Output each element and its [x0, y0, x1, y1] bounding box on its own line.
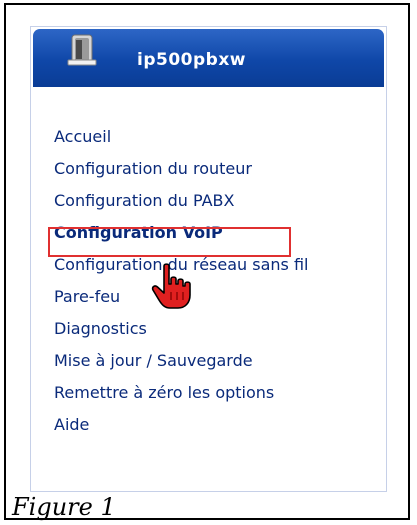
- menu-item-update-backup[interactable]: Mise à jour / Sauvegarde: [54, 351, 253, 371]
- menu-item-diagnostics[interactable]: Diagnostics: [54, 319, 147, 339]
- router-device-icon: [67, 34, 97, 66]
- menu-item-firewall[interactable]: Pare-feu: [54, 287, 120, 307]
- nav-panel: ip500pbxw Accueil Configuration du route…: [30, 26, 387, 492]
- screenshot-frame: ip500pbxw Accueil Configuration du route…: [4, 3, 410, 521]
- selection-highlight-box: [48, 227, 291, 257]
- menu-item-router-config[interactable]: Configuration du routeur: [54, 159, 252, 179]
- figure-caption: Figure 1: [12, 493, 116, 521]
- menu-item-reset-options[interactable]: Remettre à zéro les options: [54, 383, 274, 403]
- menu-item-pabx-config[interactable]: Configuration du PABX: [54, 191, 234, 211]
- hand-pointer-cursor-icon: [151, 263, 191, 309]
- menu-item-help[interactable]: Aide: [54, 415, 89, 435]
- device-name-title: ip500pbxw: [137, 50, 246, 70]
- panel-header: ip500pbxw: [33, 29, 384, 87]
- menu-item-accueil[interactable]: Accueil: [54, 127, 111, 147]
